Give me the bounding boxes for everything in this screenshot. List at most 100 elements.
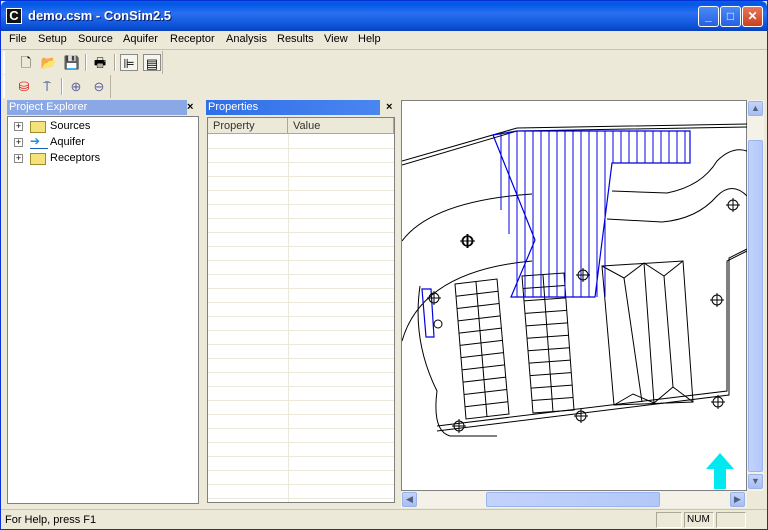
toolbar-separator xyxy=(85,54,87,71)
property-row[interactable] xyxy=(208,443,394,457)
properties-close-button[interactable]: × xyxy=(386,101,392,113)
menu-source[interactable]: Source xyxy=(78,33,113,45)
roof-ridges xyxy=(601,260,694,406)
curb-line xyxy=(401,260,533,342)
status-bar: For Help, press F1 NUM xyxy=(1,509,767,529)
scroll-left-button[interactable]: ◀ xyxy=(402,492,417,507)
property-row[interactable] xyxy=(208,387,394,401)
source-area-small xyxy=(421,288,435,338)
property-row[interactable] xyxy=(208,485,394,499)
road-edge-south-inner xyxy=(436,248,748,432)
property-row[interactable] xyxy=(208,303,394,317)
property-row[interactable] xyxy=(208,261,394,275)
menu-analysis[interactable]: Analysis xyxy=(226,33,267,45)
toolbar-separator xyxy=(114,54,116,71)
title-bar[interactable]: C demo.csm - ConSim2.5 _ □ ✕ xyxy=(1,1,767,31)
property-row[interactable] xyxy=(208,317,394,331)
zoom-in-icon[interactable]: ⊕ xyxy=(67,78,85,95)
stall-divider xyxy=(542,274,554,413)
property-row[interactable] xyxy=(208,191,394,205)
add-source-icon[interactable]: ⛁ xyxy=(15,78,33,95)
property-row[interactable] xyxy=(208,373,394,387)
property-row[interactable] xyxy=(208,177,394,191)
close-button[interactable]: ✕ xyxy=(742,6,763,27)
horizontal-scroll-thumb[interactable] xyxy=(486,492,660,507)
minimize-button[interactable]: _ xyxy=(698,6,719,27)
print-icon[interactable]: 🖶 xyxy=(91,54,109,71)
expand-icon[interactable]: + xyxy=(14,138,23,147)
north-arrow-icon xyxy=(706,453,734,489)
scroll-right-button[interactable]: ▶ xyxy=(730,492,745,507)
property-row[interactable] xyxy=(208,359,394,373)
folder-icon xyxy=(30,121,46,133)
toolbar-separator xyxy=(61,78,63,95)
menu-aquifer[interactable]: Aquifer xyxy=(123,33,158,45)
property-row[interactable] xyxy=(208,289,394,303)
save-icon[interactable]: 💾 xyxy=(63,54,81,71)
property-row[interactable] xyxy=(208,415,394,429)
property-row[interactable] xyxy=(208,135,394,149)
site-map-drawing xyxy=(401,123,748,489)
aquifer-arrow-icon: ➔ xyxy=(30,135,48,149)
menu-results[interactable]: Results xyxy=(277,33,314,45)
open-folder-icon[interactable]: 📂 xyxy=(40,54,58,71)
zoom-out-icon[interactable]: ⊖ xyxy=(90,78,108,95)
tree-item-label: Receptors xyxy=(50,152,101,164)
tree-view-icon[interactable]: ⊫ xyxy=(120,54,138,71)
properties-grid: Property Value xyxy=(207,117,395,503)
scroll-down-button[interactable]: ▼ xyxy=(748,474,763,489)
stall-divider xyxy=(475,281,488,418)
expand-icon[interactable]: + xyxy=(14,122,23,131)
expand-icon[interactable]: + xyxy=(14,154,23,163)
status-indicator xyxy=(716,512,746,528)
curb-line xyxy=(401,193,533,242)
curb-line xyxy=(611,149,748,194)
scroll-up-button[interactable]: ▲ xyxy=(748,101,763,116)
site-map-canvas[interactable] xyxy=(401,100,748,491)
property-row[interactable] xyxy=(208,457,394,471)
column-header-property[interactable]: Property xyxy=(208,118,288,134)
property-row[interactable] xyxy=(208,149,394,163)
property-row[interactable] xyxy=(208,205,394,219)
parking-stall-lines xyxy=(455,274,574,418)
tree-item-label: Aquifer xyxy=(50,136,85,148)
property-row[interactable] xyxy=(208,331,394,345)
add-receptor-icon[interactable]: ⍑ xyxy=(38,78,56,95)
property-row[interactable] xyxy=(208,233,394,247)
project-explorer-title: Project Explorer xyxy=(7,100,187,115)
property-row[interactable] xyxy=(208,345,394,359)
property-row[interactable] xyxy=(208,275,394,289)
menu-setup[interactable]: Setup xyxy=(38,33,67,45)
menu-help[interactable]: Help xyxy=(358,33,381,45)
receptor-point xyxy=(433,319,443,329)
maximize-button[interactable]: □ xyxy=(720,6,741,27)
window-title: demo.csm - ConSim2.5 xyxy=(28,8,172,23)
menu-bar: File Setup Source Aquifer Receptor Analy… xyxy=(1,31,767,50)
column-header-value[interactable]: Value xyxy=(288,118,394,134)
vertical-scrollbar[interactable]: ▲ ▼ xyxy=(747,100,764,491)
new-file-icon[interactable]: 🗋 xyxy=(17,54,35,71)
project-explorer-close-button[interactable]: × xyxy=(187,101,193,113)
property-row[interactable] xyxy=(208,429,394,443)
main-toolbar: 🗋 📂 💾 🖶 ⊫ ▤ xyxy=(3,51,163,74)
menu-receptor[interactable]: Receptor xyxy=(170,33,215,45)
property-row[interactable] xyxy=(208,219,394,233)
property-row[interactable] xyxy=(208,401,394,415)
building-roof xyxy=(601,260,694,406)
property-row[interactable] xyxy=(208,163,394,177)
vertical-scroll-thumb[interactable] xyxy=(748,140,763,472)
project-explorer-panel: Project Explorer × + Sources + ➔ Aquifer… xyxy=(7,100,199,506)
menu-file[interactable]: File xyxy=(9,33,27,45)
property-row[interactable] xyxy=(208,471,394,485)
folder-icon xyxy=(30,153,46,165)
property-row[interactable] xyxy=(208,247,394,261)
properties-icon[interactable]: ▤ xyxy=(143,54,161,71)
horizontal-scrollbar[interactable]: ◀ ▶ xyxy=(401,491,747,508)
road-edge-south xyxy=(436,250,748,427)
project-tree: + Sources + ➔ Aquifer + Receptors xyxy=(7,116,199,504)
app-icon: C xyxy=(6,8,22,24)
menu-view[interactable]: View xyxy=(324,33,348,45)
properties-title: Properties xyxy=(206,100,380,115)
status-num-indicator: NUM xyxy=(684,512,714,528)
status-help-text: For Help, press F1 xyxy=(5,514,97,526)
